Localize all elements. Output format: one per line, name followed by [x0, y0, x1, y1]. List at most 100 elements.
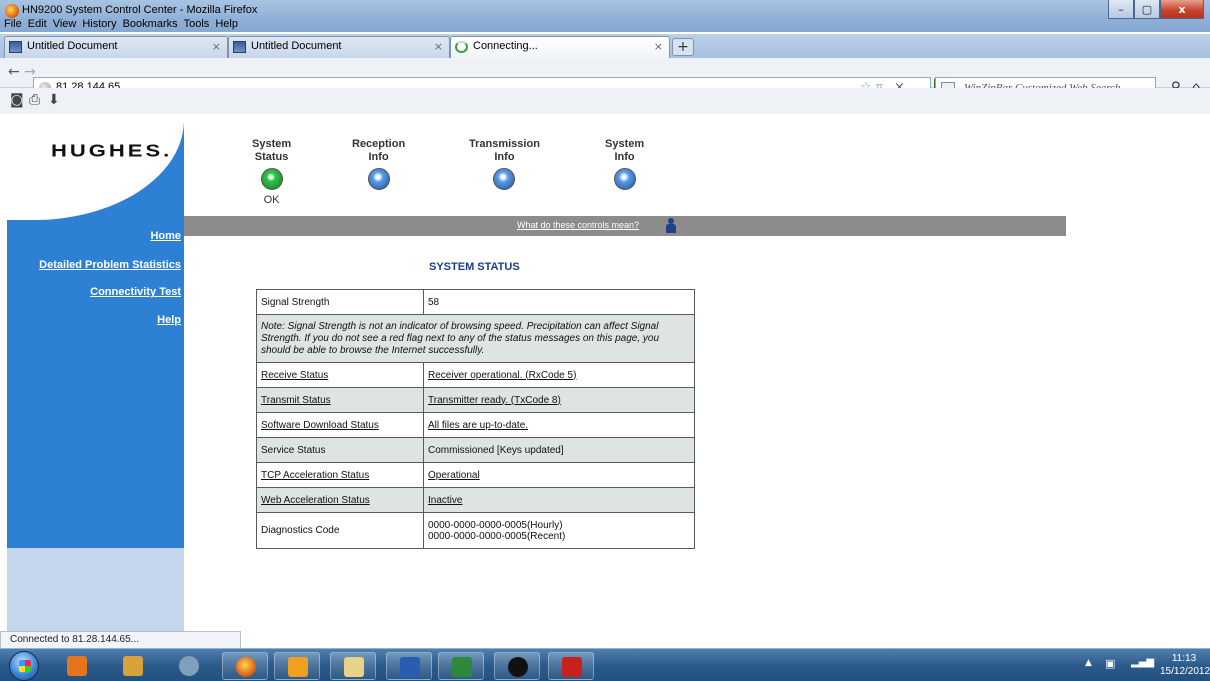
table-row: Service Status Commissioned [Keys update… — [256, 437, 695, 463]
sidebar-link-home[interactable]: Home — [150, 230, 181, 242]
menu-history[interactable]: History — [82, 18, 116, 34]
system-status-table: Signal Strength 58 Note: Signal Strength… — [256, 289, 695, 549]
transmit-status-value-link[interactable]: Transmitter ready. (TxCode 8) — [428, 395, 561, 406]
back-arrow-icon[interactable]: ← — [8, 64, 20, 80]
sidebar-link-help[interactable]: Help — [157, 314, 181, 326]
tab-close-icon[interactable]: × — [654, 40, 663, 53]
diagnostics-recent: 0000-0000-0000-0005(Recent) — [428, 530, 566, 542]
tcp-acceleration-status-link[interactable]: TCP Acceleration Status — [261, 470, 369, 481]
new-tab-button[interactable]: + — [672, 38, 694, 56]
system-tray: ▲ ▣ ▂▄▆ 11:13 15/12/2012 — [1060, 649, 1210, 681]
table-row: TCP Acceleration Status Operational — [256, 462, 695, 488]
taskbar-word[interactable] — [386, 652, 432, 680]
taskbar-hp[interactable] — [494, 652, 540, 680]
browser-status-bar: Connected to 81.28.144.65... — [0, 631, 241, 648]
taskbar-explorer[interactable] — [330, 652, 376, 680]
tab-close-icon[interactable]: × — [434, 40, 443, 53]
receive-status-link[interactable]: Receive Status — [261, 370, 328, 381]
taskbar-firefox[interactable] — [222, 652, 268, 680]
status-label: Status — [254, 151, 289, 163]
table-row: Signal Strength 58 — [256, 289, 695, 315]
status-label: Reception — [352, 138, 406, 150]
outlook-icon — [288, 657, 308, 677]
tab-label: Untitled Document — [27, 40, 118, 52]
taskbar-excel[interactable] — [438, 652, 484, 680]
web-acceleration-value-link[interactable]: Inactive — [428, 495, 462, 506]
tab-close-icon[interactable]: × — [212, 40, 221, 53]
sidebar-link-connectivity-test[interactable]: Connectivity Test — [90, 286, 181, 298]
menu-bookmarks[interactable]: Bookmarks — [123, 18, 178, 34]
media-player-icon — [67, 656, 87, 676]
windows-taskbar: ▲ ▣ ▂▄▆ 11:13 15/12/2012 — [0, 648, 1210, 681]
service-status-label: Service Status — [256, 437, 424, 463]
download-icon[interactable]: ⬇ — [48, 92, 60, 108]
system-info-indicator[interactable]: System Info — [605, 138, 644, 190]
menu-edit[interactable]: Edit — [28, 18, 47, 34]
menu-help[interactable]: Help — [215, 18, 238, 34]
table-row: Software Download Status All files are u… — [256, 412, 695, 438]
firefox-icon — [5, 4, 19, 18]
taskbar-media-player[interactable] — [54, 652, 100, 680]
page-icon — [233, 41, 246, 53]
diagnostics-hourly: 0000-0000-0000-0005(Hourly) — [428, 519, 563, 531]
folder-icon — [344, 657, 364, 677]
maximize-button[interactable]: ▢ — [1134, 0, 1160, 19]
diagnostics-code-label: Diagnostics Code — [256, 512, 424, 549]
transmit-status-link[interactable]: Transmit Status — [261, 395, 331, 406]
taskbar-acrobat[interactable] — [548, 652, 594, 680]
reception-info-indicator[interactable]: Reception Info — [352, 138, 405, 190]
status-label: Info — [614, 151, 635, 163]
system-status-indicator[interactable]: System Status OK — [252, 138, 291, 206]
taskbar-outlook[interactable] — [274, 652, 320, 680]
close-window-button[interactable]: x — [1160, 0, 1204, 19]
tcp-acceleration-value-link[interactable]: Operational — [428, 470, 480, 481]
blue-status-light-icon[interactable] — [493, 168, 516, 190]
print-icon[interactable]: ⎙ — [29, 92, 40, 108]
status-label: Info — [494, 151, 515, 163]
tab-label: Connecting... — [473, 40, 538, 52]
acrobat-icon — [562, 657, 582, 677]
loading-spinner-icon — [455, 41, 468, 53]
sidebar-link-detailed-problem-statistics[interactable]: Detailed Problem Statistics — [39, 259, 181, 271]
app-icon — [179, 656, 199, 676]
menu-file[interactable]: File — [4, 18, 22, 34]
signal-strength-value: 58 — [423, 289, 695, 315]
receive-status-value-link[interactable]: Receiver operational. (RxCode 5) — [428, 370, 576, 381]
minimize-button[interactable]: – — [1108, 0, 1134, 19]
controls-help-link[interactable]: What do these controls mean? — [517, 220, 639, 230]
signal-icon[interactable]: ▂▄▆ — [1131, 657, 1154, 668]
sidebar: HUGHES. Home Detailed Problem Statistics… — [7, 114, 184, 648]
taskbar-app-2[interactable] — [110, 652, 156, 680]
tab-untitled-2[interactable]: Untitled Document × — [228, 36, 450, 58]
excel-icon — [452, 657, 472, 677]
tab-connecting[interactable]: Connecting... × — [450, 36, 670, 58]
signal-strength-label: Signal Strength — [256, 289, 424, 315]
firefox-icon — [236, 657, 256, 677]
software-download-status-link[interactable]: Software Download Status — [261, 420, 379, 431]
status-text: Connected to 81.28.144.65... — [10, 634, 139, 645]
clock[interactable]: 11:13 15/12/2012 — [1160, 652, 1210, 678]
green-status-light-icon[interactable] — [260, 168, 283, 190]
screenshot-icon[interactable]: ◙ — [10, 92, 24, 108]
show-hidden-icons-icon[interactable]: ▲ — [1085, 658, 1092, 668]
software-download-value-link[interactable]: All files are up-to-date. — [428, 420, 528, 431]
start-button[interactable] — [9, 651, 39, 681]
transmission-info-indicator[interactable]: Transmission Info — [469, 138, 540, 190]
status-label: System — [252, 138, 292, 150]
network-icon[interactable]: ▣ — [1105, 657, 1115, 670]
word-icon — [400, 657, 420, 677]
blue-status-light-icon[interactable] — [613, 168, 636, 190]
web-acceleration-status-link[interactable]: Web Acceleration Status — [261, 495, 370, 506]
menu-view[interactable]: View — [53, 18, 77, 34]
blue-status-light-icon[interactable] — [367, 168, 390, 190]
menu-bar: File Edit View History Bookmarks Tools H… — [0, 18, 244, 34]
service-status-value: Commissioned [Keys updated] — [423, 437, 695, 463]
tab-untitled-1[interactable]: Untitled Document × — [4, 36, 228, 58]
tab-label: Untitled Document — [251, 40, 342, 52]
taskbar-app-3[interactable] — [166, 652, 212, 680]
menu-tools[interactable]: Tools — [184, 18, 210, 34]
diagnostics-code-value: 0000-0000-0000-0005(Hourly) 0000-0000-00… — [423, 512, 695, 549]
help-person-icon[interactable] — [665, 218, 677, 234]
window-title: HN9200 System Control Center - Mozilla F… — [22, 4, 258, 16]
signal-note: Note: Signal Strength is not an indicato… — [256, 314, 695, 363]
